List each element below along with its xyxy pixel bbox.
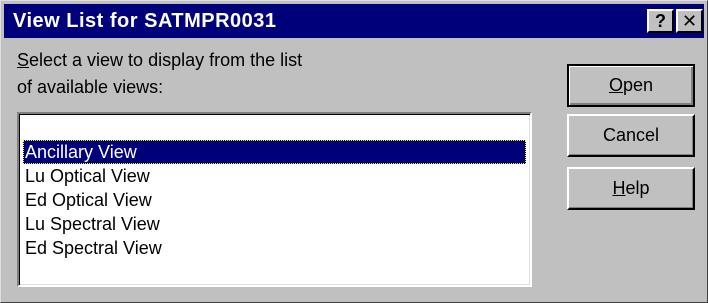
cancel-label: Cancel	[602, 125, 660, 145]
view-list-dialog: View List for SATMPR0031 ? ✕ Select a vi…	[0, 0, 708, 303]
help-icon[interactable]: ?	[647, 9, 674, 33]
list-item-ed-optical-view[interactable]: Ed Optical View	[23, 188, 526, 212]
open-mnemonic: O	[608, 75, 623, 95]
window-title: View List for SATMPR0031	[13, 10, 277, 32]
instruction-text: Select a view to display from the list o…	[17, 47, 437, 101]
help-mnemonic: H	[612, 178, 626, 198]
help-button[interactable]: Help	[567, 167, 695, 210]
close-icon[interactable]: ✕	[676, 9, 703, 33]
instruction-line-1: elect a view to display from the list	[29, 50, 303, 70]
help-label: elp	[625, 178, 650, 198]
cancel-button[interactable]: Cancel	[567, 114, 695, 157]
list-item-ancillary-view[interactable]: Ancillary View	[23, 140, 526, 164]
list-item-lu-spectral-view[interactable]: Lu Spectral View	[23, 212, 526, 236]
list-item-ed-spectral-view[interactable]: Ed Spectral View	[23, 236, 526, 260]
views-listbox[interactable]: Ancillary View Lu Optical View Ed Optica…	[17, 112, 532, 287]
open-label: pen	[622, 75, 654, 95]
title-bar[interactable]: View List for SATMPR0031 ? ✕	[4, 4, 704, 38]
instruction-mnemonic: S	[17, 50, 30, 70]
open-button[interactable]: Open	[567, 64, 695, 107]
instruction-line-2: of available views:	[17, 77, 164, 97]
list-item-lu-optical-view[interactable]: Lu Optical View	[23, 164, 526, 188]
